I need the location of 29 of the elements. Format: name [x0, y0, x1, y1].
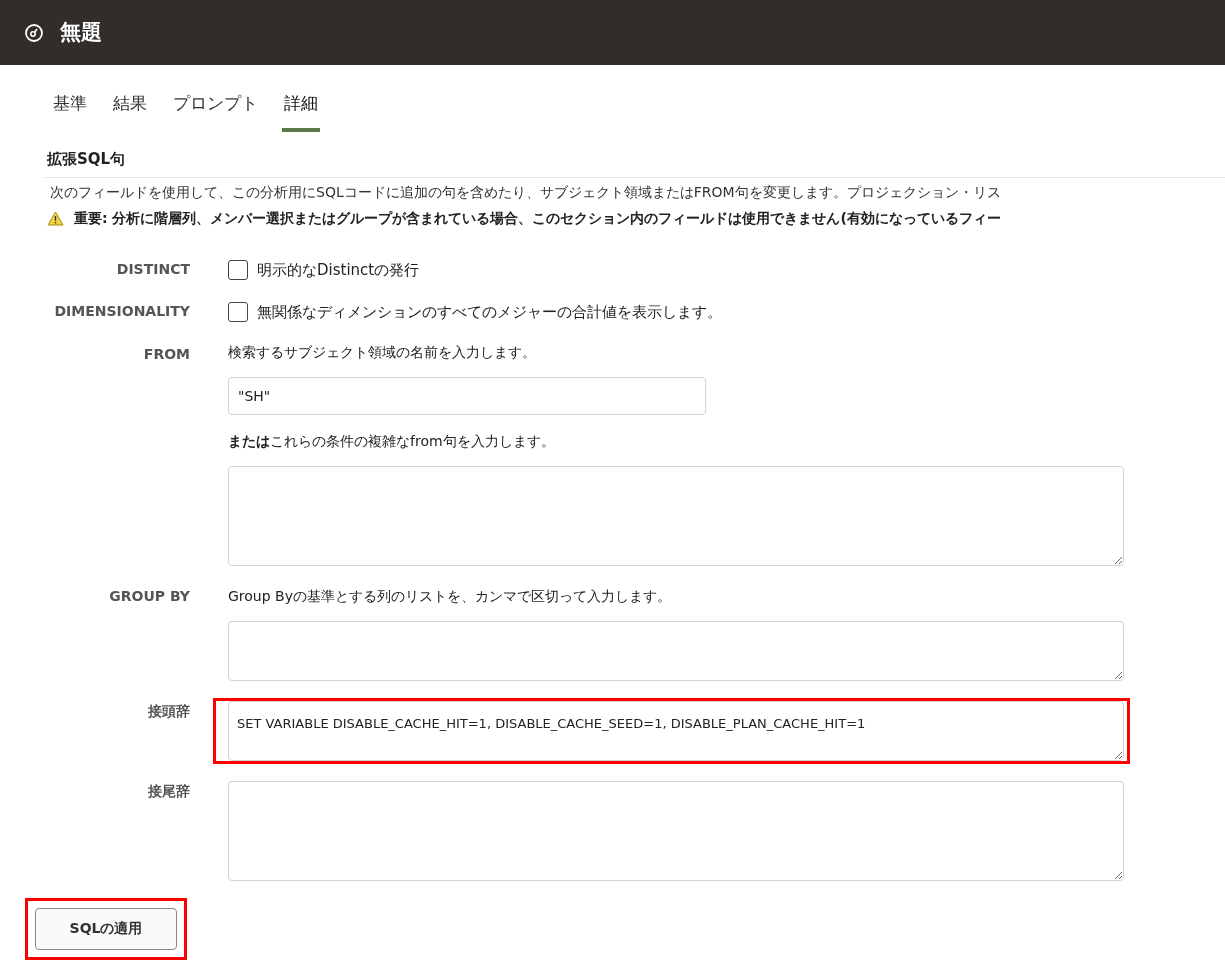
- text-area[interactable]: SET VARIABLE DISABLE_CACHE_HIT=1, DISABLE_CACHE_SEED=1, DISABLE_PLAN_CACHE_HIT=1: [228, 700, 1124, 761]
- hint-text: またはこれらの条件の複雑なfrom句を入力します。: [228, 431, 556, 451]
- text-area[interactable]: [228, 780, 1124, 881]
- field-label: FROM: [143, 344, 190, 364]
- checkbox-label: 無関係なディメンションのすべてのメジャーの合計値を表示します。: [257, 302, 722, 323]
- checkbox[interactable]: [228, 259, 248, 280]
- section-title: 拡張SQL句: [47, 149, 127, 170]
- warning-icon: [47, 210, 64, 226]
- checkbox-label: 明示的なDistinctの発行: [257, 259, 420, 281]
- tab[interactable]: 結果: [111, 90, 149, 132]
- tab[interactable]: プロンプト: [171, 90, 260, 132]
- hint-text: Group Byの基準とする列のリストを、カンマで区切って入力します。: [228, 586, 672, 606]
- field-label: 接尾辞: [148, 781, 190, 801]
- field-label: DIMENSIONALITY: [54, 302, 190, 321]
- field-label: 接頭辞: [148, 701, 190, 721]
- field-label: DISTINCT: [116, 259, 190, 279]
- tab[interactable]: 詳細: [282, 90, 320, 132]
- tab[interactable]: 基準: [51, 90, 89, 132]
- description-text: 次のフィールドを使用して、この分析用にSQLコードに追加の句を含めたり、サブジェクト領域またはFROM句を変更します。プロジェクション・リス: [50, 182, 1001, 202]
- window-title: 無題: [60, 18, 102, 46]
- checkbox[interactable]: [228, 302, 248, 323]
- field-label: GROUP BY: [109, 586, 190, 606]
- gauge-icon: [24, 22, 44, 43]
- warning-text: 重要: 分析に階層列、メンバー選択またはグループが含まれている場合、このセクション内のフィールドは使用できません(有効になっているフィー: [74, 208, 1001, 228]
- apply-sql-button[interactable]: SQLの適用: [35, 907, 177, 950]
- hint-text: 検索するサブジェクト領域の名前を入力します。: [228, 342, 537, 362]
- text-area[interactable]: [228, 465, 1124, 566]
- input-field[interactable]: "SH": [228, 376, 706, 415]
- text-area[interactable]: [228, 620, 1124, 681]
